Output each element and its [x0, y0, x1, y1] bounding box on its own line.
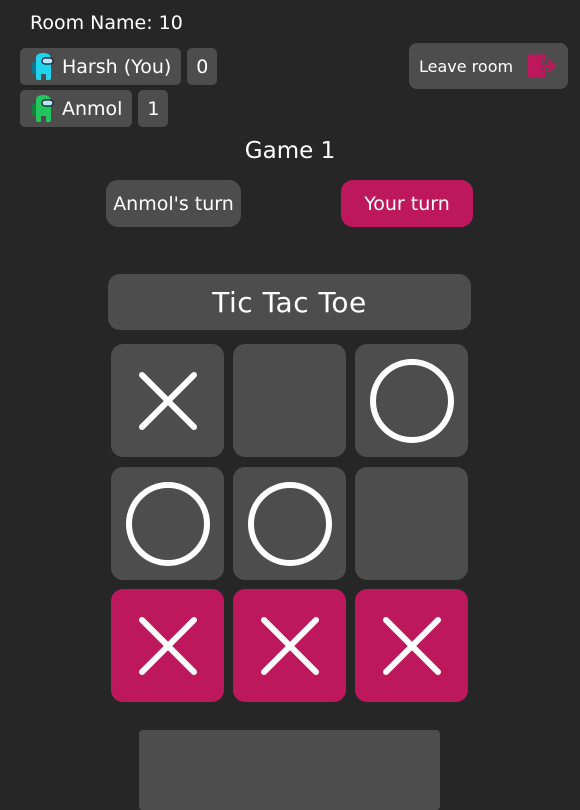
room-name: Room Name: 10 — [30, 12, 183, 34]
board-cell-4[interactable] — [111, 467, 224, 580]
exit-door-icon — [527, 54, 556, 78]
board-cell-1[interactable] — [111, 344, 224, 457]
player-score: 0 — [187, 48, 218, 85]
your-turn-indicator: Your turn — [341, 180, 473, 227]
o-mark-icon — [125, 481, 210, 566]
player-chip: Anmol — [20, 90, 133, 127]
player-row-anmol: Anmol 1 — [20, 90, 169, 127]
player-score: 1 — [138, 90, 169, 127]
x-mark-icon — [382, 616, 441, 675]
bottom-panel — [139, 730, 440, 810]
o-mark-icon — [247, 481, 332, 566]
player-name: Harsh (You) — [62, 55, 172, 78]
board-cell-5[interactable] — [233, 467, 346, 580]
leave-room-button[interactable]: Leave room — [409, 43, 568, 89]
x-mark-icon — [138, 616, 197, 675]
o-mark-icon — [369, 358, 454, 443]
board-title: Tic Tac Toe — [108, 274, 471, 330]
player-row-harsh: Harsh (You) 0 — [20, 48, 218, 85]
board-cell-9[interactable] — [355, 589, 468, 702]
crewmate-cyan-icon — [32, 52, 54, 80]
board-cell-7[interactable] — [111, 589, 224, 702]
board-cell-3[interactable] — [355, 344, 468, 457]
board-cell-2[interactable] — [233, 344, 346, 457]
opponent-turn-indicator: Anmol's turn — [106, 180, 241, 227]
player-chip: Harsh (You) — [20, 48, 182, 85]
x-mark-icon — [138, 371, 197, 430]
crewmate-green-icon — [32, 94, 54, 122]
board-cell-8[interactable] — [233, 589, 346, 702]
leave-room-label: Leave room — [419, 56, 514, 76]
x-mark-icon — [260, 616, 319, 675]
board-cell-6[interactable] — [355, 467, 468, 580]
game-title: Game 1 — [244, 138, 336, 164]
player-name: Anmol — [62, 97, 123, 120]
